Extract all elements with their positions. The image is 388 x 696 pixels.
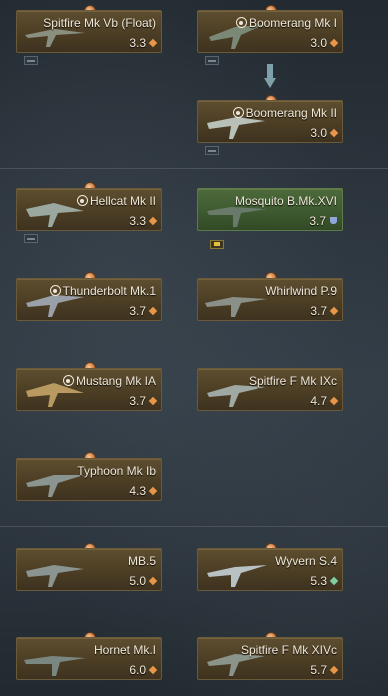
vehicle-card-mb5[interactable]: MB.5 5.0	[16, 548, 162, 591]
rank-diamond-icon	[148, 216, 158, 226]
vehicle-card-boomerang-i[interactable]: Boomerang Mk I 3.0	[197, 10, 343, 53]
vehicle-card-whirlwind-p9[interactable]: Whirlwind P.9 3.7	[197, 278, 343, 321]
battle-rating: 3.7	[310, 304, 339, 318]
vehicle-card-spitfire-f-ixc[interactable]: Spitfire F Mk IXc 4.7	[197, 368, 343, 411]
premium-crew-slot-icon	[210, 240, 224, 249]
crew-slot-icon	[205, 146, 219, 155]
crew-slot-icon	[205, 56, 219, 65]
vehicle-name: Spitfire F Mk IXc	[248, 374, 337, 388]
vehicle-card-thunderbolt-1[interactable]: Thunderbolt Mk.1 3.7	[16, 278, 162, 321]
vehicle-name: Boomerang Mk I	[235, 16, 337, 30]
rank-diamond-icon	[329, 665, 339, 675]
battle-rating: 3.7	[309, 214, 337, 228]
battle-rating: 3.7	[129, 394, 158, 408]
crosshair-icon	[235, 17, 247, 28]
battle-rating: 4.3	[129, 484, 158, 498]
tier-divider	[0, 526, 388, 527]
tier-divider	[0, 168, 388, 169]
plane-icon	[205, 297, 267, 317]
crosshair-icon	[49, 285, 61, 296]
battle-rating: 4.7	[310, 394, 339, 408]
battle-rating: 5.7	[310, 663, 339, 677]
rank-diamond-icon	[148, 38, 158, 48]
battle-rating: 5.0	[129, 574, 158, 588]
plane-icon	[207, 565, 267, 587]
vehicle-card-spitfire-vb-float[interactable]: Spitfire Mk Vb (Float) 3.3	[16, 10, 162, 53]
vehicle-card-boomerang-ii[interactable]: Boomerang Mk II 3.0	[197, 100, 343, 143]
battle-rating: 3.0	[310, 36, 339, 50]
battle-rating: 3.3	[129, 214, 158, 228]
vehicle-card-hellcat-ii[interactable]: Hellcat Mk II 3.3	[16, 188, 162, 231]
battle-rating: 6.0	[129, 663, 158, 677]
battle-rating: 3.7	[129, 304, 158, 318]
vehicle-card-wyvern-s4[interactable]: Wyvern S.4 5.3	[197, 548, 343, 591]
rank-diamond-icon	[148, 665, 158, 675]
battle-rating: 3.0	[310, 126, 339, 140]
plane-icon	[26, 565, 84, 587]
shield-icon	[330, 217, 337, 224]
vehicle-name: Hellcat Mk II	[76, 194, 156, 208]
down-arrow-icon	[264, 64, 276, 88]
vehicle-name: Boomerang Mk II	[232, 106, 337, 120]
crosshair-icon	[76, 195, 88, 206]
battle-rating: 3.3	[129, 36, 158, 50]
crosshair-icon	[62, 375, 74, 386]
vehicle-name: MB.5	[127, 554, 156, 568]
vehicle-card-hornet-i[interactable]: Hornet Mk.I 6.0	[16, 637, 162, 680]
vehicle-card-spitfire-f-xivc[interactable]: Spitfire F Mk XIVc 5.7	[197, 637, 343, 680]
vehicle-name: Mosquito B.Mk.XVI	[234, 194, 337, 208]
rank-diamond-icon	[148, 486, 158, 496]
rank-diamond-icon	[148, 576, 158, 586]
gem-icon	[329, 576, 339, 586]
vehicle-name: Hornet Mk.I	[93, 643, 156, 657]
crew-slot-icon	[24, 56, 38, 65]
battle-rating: 5.3	[310, 574, 339, 588]
vehicle-card-mustang-ia[interactable]: Mustang Mk IA 3.7	[16, 368, 162, 411]
vehicle-name: Mustang Mk IA	[62, 374, 156, 388]
rank-diamond-icon	[329, 396, 339, 406]
rank-diamond-icon	[148, 306, 158, 316]
crosshair-icon	[232, 107, 244, 118]
vehicle-name: Thunderbolt Mk.1	[49, 284, 156, 298]
vehicle-name: Spitfire Mk Vb (Float)	[43, 16, 156, 30]
vehicle-card-mosquito-b16[interactable]: Mosquito B.Mk.XVI 3.7	[197, 188, 343, 231]
vehicle-name: Wyvern S.4	[275, 554, 337, 568]
vehicle-card-typhoon-ib[interactable]: Typhoon Mk Ib 4.3	[16, 458, 162, 501]
crew-slot-icon	[24, 234, 38, 243]
rank-diamond-icon	[329, 38, 339, 48]
rank-diamond-icon	[148, 396, 158, 406]
rank-diamond-icon	[329, 306, 339, 316]
plane-icon	[24, 656, 86, 676]
vehicle-name: Spitfire F Mk XIVc	[240, 643, 337, 657]
vehicle-name: Whirlwind P.9	[265, 284, 337, 298]
vehicle-name: Typhoon Mk Ib	[77, 464, 156, 478]
rank-diamond-icon	[329, 128, 339, 138]
